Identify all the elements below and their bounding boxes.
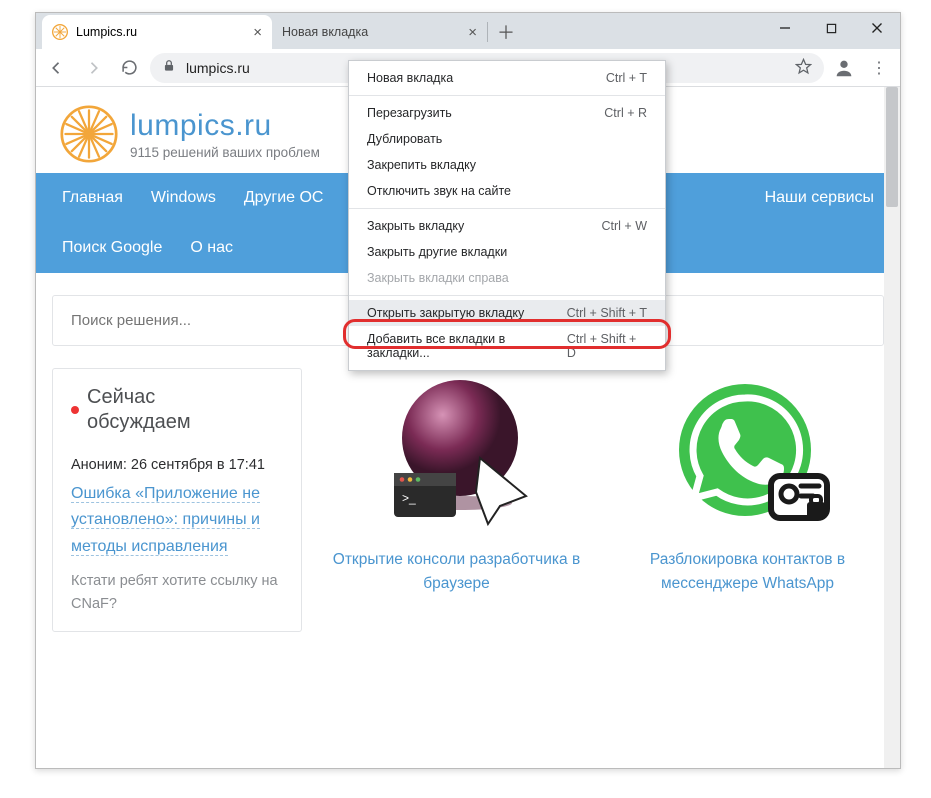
card-console[interactable]: >_ Открытие консоли разработчика в брауз… — [320, 368, 593, 632]
minimize-button[interactable] — [762, 13, 808, 43]
ctx-bookmark-all[interactable]: Добавить все вкладки в закладки...Ctrl +… — [349, 326, 665, 366]
card-caption: Разблокировка контактов в мессенджере Wh… — [611, 548, 884, 596]
ctx-reload[interactable]: ПерезагрузитьCtrl + R — [349, 100, 665, 126]
nav-windows[interactable]: Windows — [137, 173, 230, 223]
sidebar-discussion: Сейчасобсуждаем Аноним: 26 сентября в 17… — [52, 368, 302, 632]
site-logo-icon — [60, 105, 118, 163]
sidebar-title: Сейчасобсуждаем — [71, 385, 283, 435]
comment-link[interactable]: Ошибка «Приложение не установлено»: прич… — [71, 485, 260, 556]
live-dot-icon — [71, 406, 79, 414]
window-controls — [762, 13, 900, 43]
nav-about[interactable]: О нас — [176, 223, 247, 273]
card-thumb — [663, 368, 833, 538]
ctx-separator — [349, 95, 665, 96]
comment-meta: Аноним: 26 сентября в 17:41 — [71, 457, 283, 473]
ctx-mute[interactable]: Отключить звук на сайте — [349, 178, 665, 204]
tab-title: Lumpics.ru — [76, 25, 245, 39]
maximize-button[interactable] — [808, 13, 854, 43]
ctx-close-tab[interactable]: Закрыть вкладкуCtrl + W — [349, 213, 665, 239]
bookmark-star-icon[interactable] — [795, 58, 812, 78]
tab-strip: Lumpics.ru × Новая вкладка × ＋ — [36, 13, 900, 49]
tab-separator — [487, 22, 488, 42]
nav-services[interactable]: Наши сервисы — [751, 173, 888, 223]
tab-active[interactable]: Lumpics.ru × — [42, 15, 272, 49]
ctx-new-tab[interactable]: Новая вкладкаCtrl + T — [349, 65, 665, 91]
favicon-lumpics-icon — [52, 24, 68, 40]
new-tab-button[interactable]: ＋ — [492, 18, 520, 46]
nav-google[interactable]: Поиск Google — [48, 223, 176, 273]
card-whatsapp[interactable]: Разблокировка контактов в мессенджере Wh… — [611, 368, 884, 632]
nav-other-os[interactable]: Другие ОС — [230, 173, 338, 223]
card-caption: Открытие консоли разработчика в браузере — [320, 548, 593, 596]
ctx-separator — [349, 295, 665, 296]
forward-button[interactable] — [78, 53, 108, 83]
back-button[interactable] — [42, 53, 72, 83]
lock-icon — [162, 59, 176, 76]
vertical-scrollbar[interactable] — [884, 87, 900, 768]
comment-text: Кстати ребят хотите ссылку на CNaF? — [71, 570, 283, 615]
ctx-close-right: Закрыть вкладки справа — [349, 265, 665, 291]
site-brand: lumpics.ru — [130, 109, 320, 143]
tab-inactive[interactable]: Новая вкладка × — [272, 15, 487, 49]
reload-button[interactable] — [114, 53, 144, 83]
ctx-pin[interactable]: Закрепить вкладку — [349, 152, 665, 178]
nav-home[interactable]: Главная — [48, 173, 137, 223]
kebab-menu-icon[interactable]: ⋮ — [864, 53, 894, 83]
ctx-duplicate[interactable]: Дублировать — [349, 126, 665, 152]
card-thumb: >_ — [372, 368, 542, 538]
ctx-separator — [349, 208, 665, 209]
ctx-close-other[interactable]: Закрыть другие вкладки — [349, 239, 665, 265]
close-tab-icon[interactable]: × — [468, 24, 477, 41]
close-tab-icon[interactable]: × — [253, 24, 262, 41]
svg-text:>_: >_ — [402, 491, 416, 505]
profile-avatar-icon[interactable] — [830, 54, 858, 82]
tab-context-menu: Новая вкладкаCtrl + T ПерезагрузитьCtrl … — [348, 60, 666, 371]
article-cards: >_ Открытие консоли разработчика в брауз… — [320, 368, 884, 632]
site-tagline: 9115 решений ваших проблем — [130, 145, 320, 160]
tab-title: Новая вкладка — [282, 25, 460, 39]
scrollbar-thumb[interactable] — [886, 87, 898, 207]
ctx-reopen-closed[interactable]: Открыть закрытую вкладкуCtrl + Shift + T — [349, 300, 665, 326]
close-window-button[interactable] — [854, 13, 900, 43]
